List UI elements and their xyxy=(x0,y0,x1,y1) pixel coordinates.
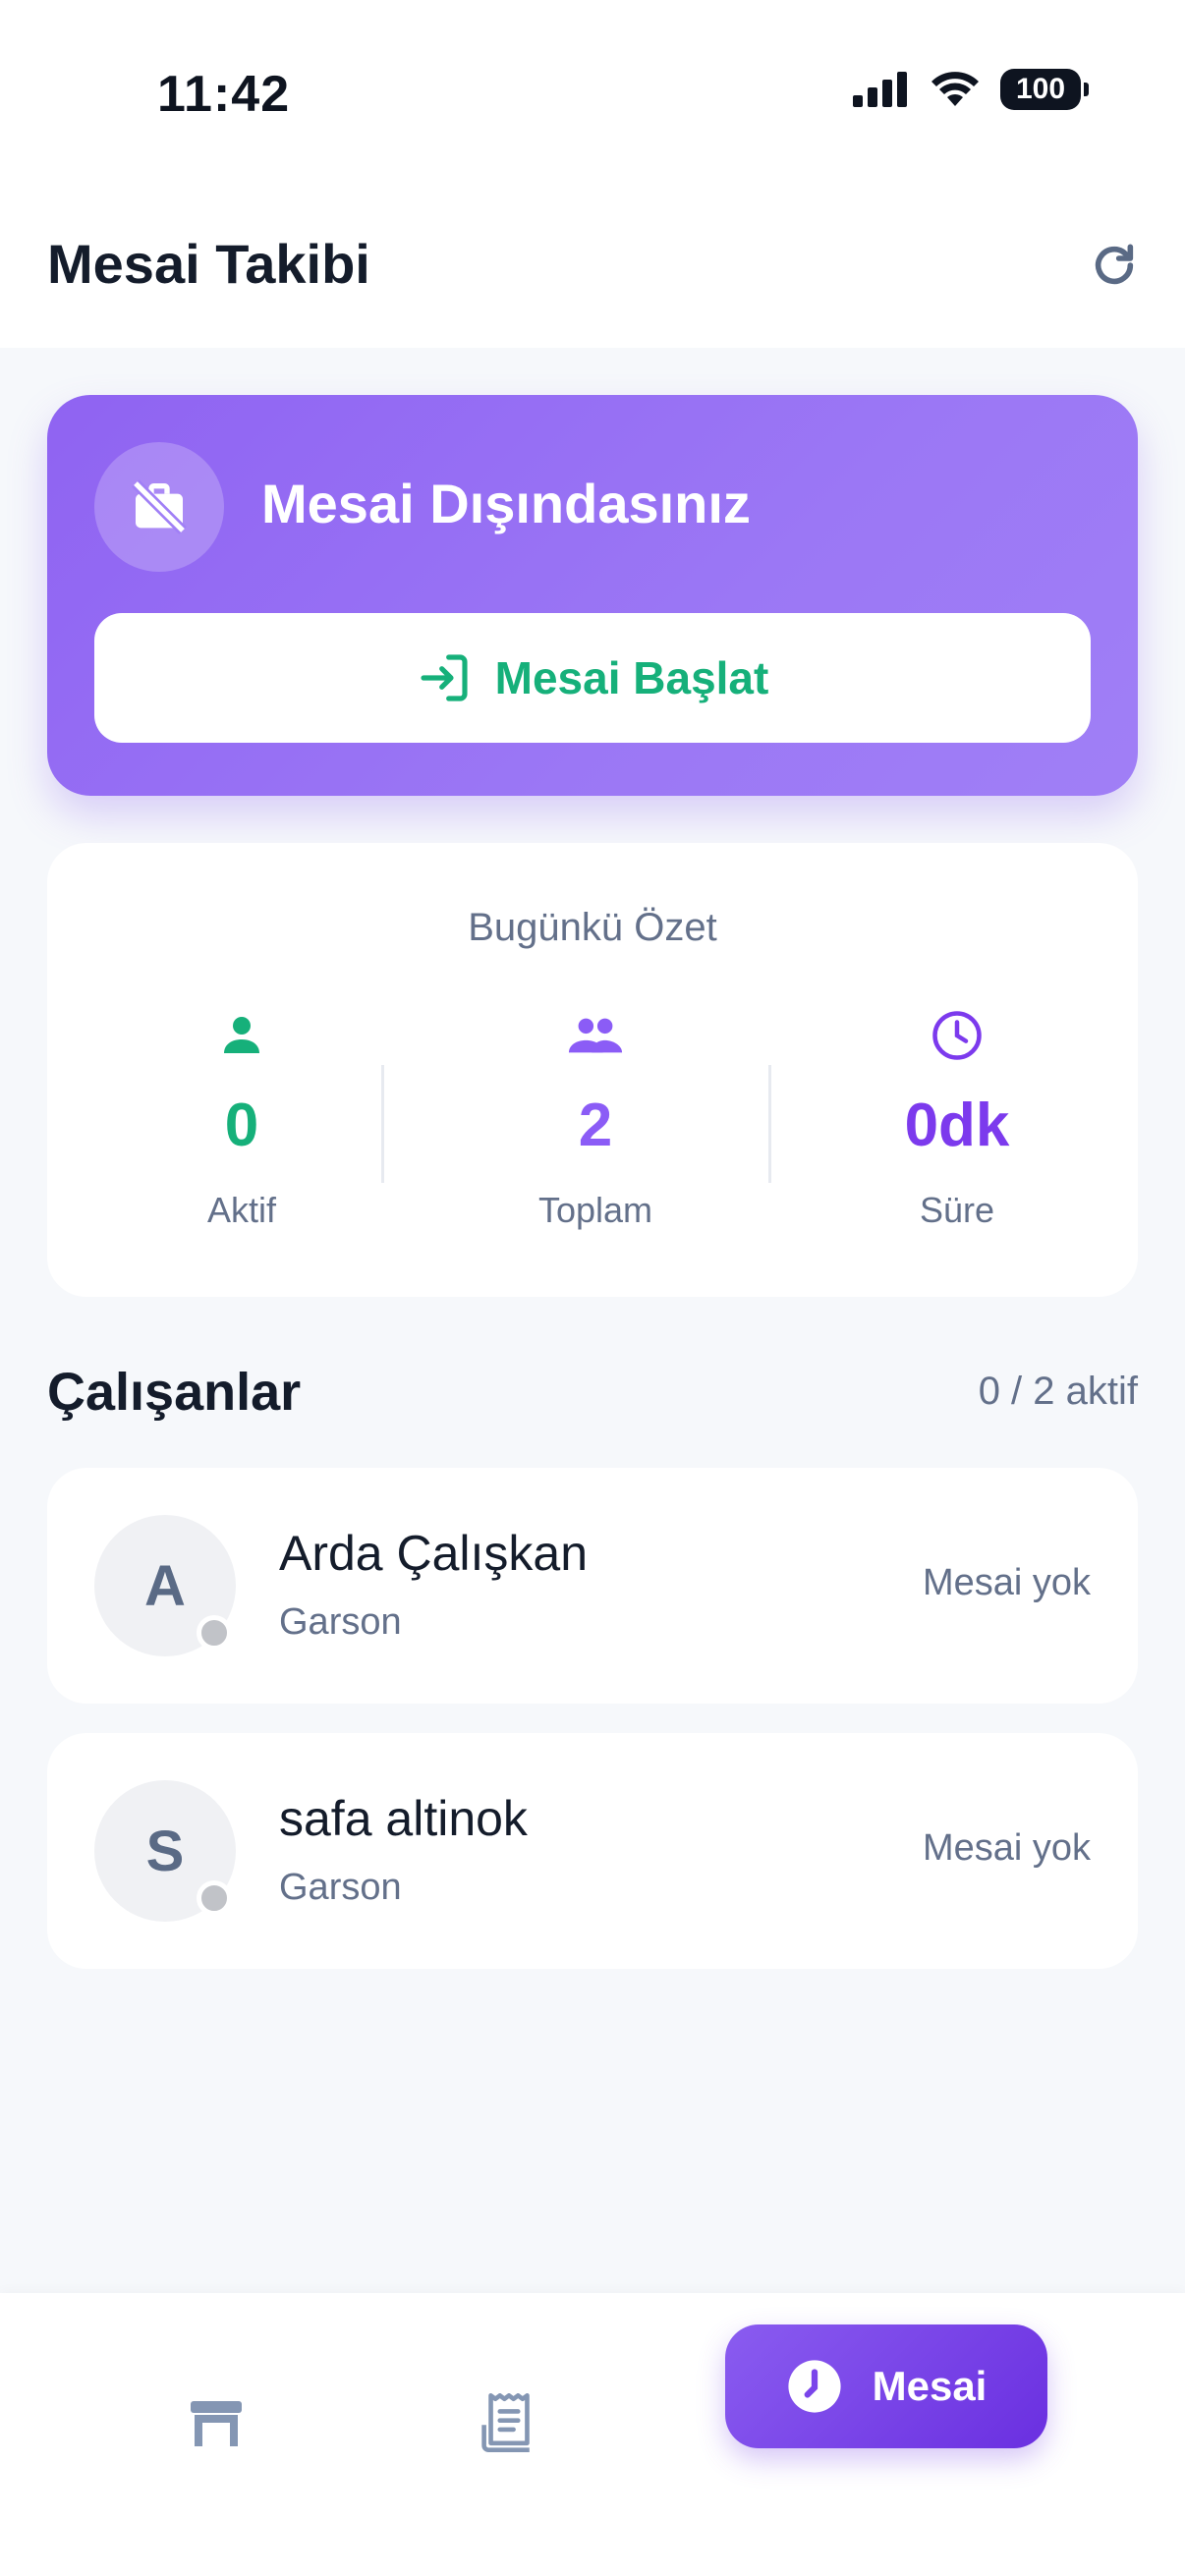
employee-row[interactable]: A Arda Çalışkan Garson Mesai yok xyxy=(47,1468,1138,1704)
stat-total-label: Toplam xyxy=(537,1190,653,1230)
group-icon xyxy=(568,1018,623,1053)
stat-divider xyxy=(768,1065,771,1183)
stat-duration-value: 0dk xyxy=(904,1092,1010,1159)
shift-status-card: Mesai Dışındasınız Mesai Başlat xyxy=(47,395,1138,796)
summary-title: Bugünkü Özet xyxy=(468,906,717,949)
off-duty-icon-wrapper xyxy=(94,442,224,572)
stat-duration-label: Süre xyxy=(919,1190,995,1230)
stat-active: 0 Aktif xyxy=(75,1008,409,1231)
clock-icon xyxy=(932,1011,982,1060)
login-icon xyxy=(421,654,468,701)
employees-title: Çalışanlar xyxy=(47,1363,302,1422)
receipt-icon xyxy=(481,2393,530,2452)
employee-name: safa altinok xyxy=(279,1791,528,1846)
stat-total-value: 2 xyxy=(578,1092,613,1159)
nav-tables[interactable] xyxy=(157,2364,275,2482)
nav-shift-label: Mesai xyxy=(872,2363,988,2409)
stat-divider xyxy=(381,1065,384,1183)
wifi-icon xyxy=(931,72,979,106)
briefcase-off-icon xyxy=(132,479,187,534)
stat-duration: 0dk Süre xyxy=(790,1008,1124,1231)
employee-shift-status: Mesai yok xyxy=(922,1562,1091,1603)
bottom-navigation: Mesai xyxy=(0,2293,1185,2576)
status-icons: 100 xyxy=(851,69,1089,110)
nav-shift-tab[interactable]: Mesai xyxy=(725,2324,1047,2448)
person-icon xyxy=(224,1017,259,1053)
stat-active-value: 0 xyxy=(224,1092,259,1159)
stat-active-label: Aktif xyxy=(206,1190,276,1230)
stat-total: 2 Toplam xyxy=(428,1008,762,1231)
table-icon xyxy=(191,2401,242,2446)
status-bar: 11:42 100 xyxy=(0,0,1185,196)
refresh-icon[interactable] xyxy=(1087,238,1142,293)
daily-summary-card: Bugünkü Özet 0 Aktif 2 Toplam 0dk Süre xyxy=(47,843,1138,1297)
presence-dot xyxy=(197,1615,232,1651)
employee-role: Garson xyxy=(279,1867,402,1908)
employee-row[interactable]: S safa altinok Garson Mesai yok xyxy=(47,1733,1138,1969)
employees-active-count: 0 / 2 aktif xyxy=(978,1370,1138,1413)
app-header: Mesai Takibi xyxy=(0,196,1185,348)
page-title: Mesai Takibi xyxy=(47,233,370,295)
start-shift-button[interactable]: Mesai Başlat xyxy=(94,613,1091,743)
employee-name: Arda Çalışkan xyxy=(279,1526,589,1581)
clock-icon xyxy=(788,2360,841,2413)
shift-status-text: Mesai Dışındasınız xyxy=(261,473,751,534)
employee-role: Garson xyxy=(279,1601,402,1643)
presence-dot xyxy=(197,1880,232,1916)
nav-orders[interactable] xyxy=(450,2364,568,2482)
signal-icon xyxy=(853,72,907,107)
employee-shift-status: Mesai yok xyxy=(922,1827,1091,1869)
battery-icon: 100 xyxy=(1000,69,1089,110)
start-shift-label: Mesai Başlat xyxy=(494,652,769,703)
status-time: 11:42 xyxy=(157,66,291,123)
